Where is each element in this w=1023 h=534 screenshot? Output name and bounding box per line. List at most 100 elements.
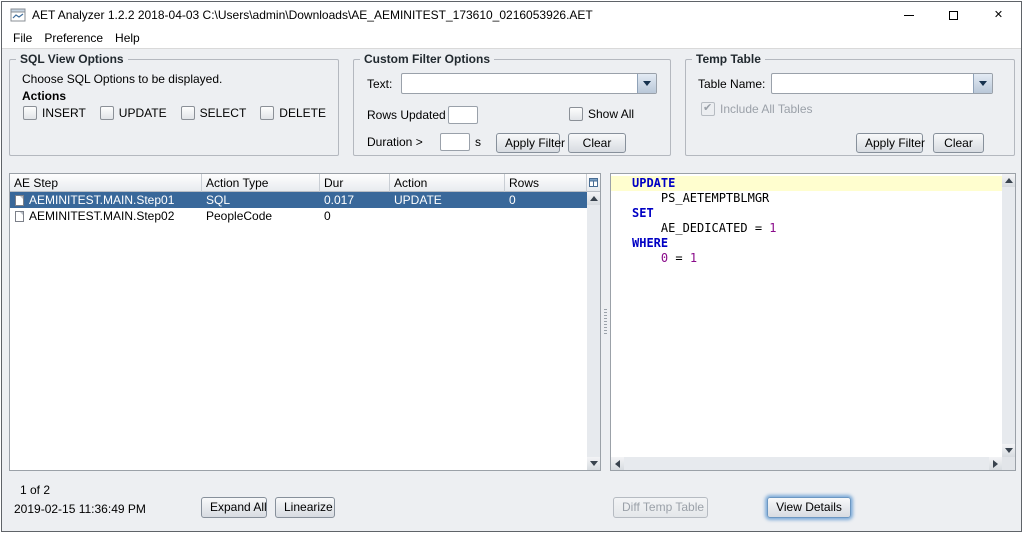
- checkbox-icon: [260, 106, 275, 120]
- sql-token: =: [668, 251, 690, 265]
- delete-checkbox[interactable]: DELETE: [260, 106, 326, 120]
- select-checkbox[interactable]: SELECT: [180, 106, 247, 120]
- duration-label: Duration >: [367, 135, 423, 149]
- checkbox-icon: [569, 107, 583, 121]
- rows-updated-input[interactable]: [448, 106, 478, 124]
- text-filter-combobox[interactable]: [401, 73, 657, 94]
- checkbox-label: INSERT: [42, 106, 86, 120]
- scroll-right-icon[interactable]: [989, 457, 1002, 470]
- step-file-icon: [15, 194, 24, 206]
- window-title: AET Analyzer 1.2.2 2018-04-03 C:\Users\a…: [32, 8, 593, 22]
- update-checkbox[interactable]: UPDATE: [99, 106, 167, 120]
- sql-options-checkboxes: INSERT UPDATE SELECT DELETE: [23, 106, 326, 120]
- sql-horizontal-scrollbar[interactable]: [611, 457, 1002, 470]
- action-cell: UPDATE: [394, 193, 442, 207]
- column-control-button[interactable]: [587, 174, 600, 192]
- checkbox-icon: [180, 106, 195, 120]
- maximize-icon: [949, 10, 958, 20]
- filter-clear-button[interactable]: Clear: [568, 133, 626, 153]
- dur-cell: 0: [324, 209, 331, 223]
- table-row[interactable]: AEMINITEST.MAIN.Step01 SQL 0.017 UPDATE 0: [10, 192, 587, 208]
- sql-token: =: [754, 221, 770, 235]
- temp-clear-button[interactable]: Clear: [933, 133, 984, 153]
- duration-input[interactable]: [440, 133, 470, 151]
- view-details-button[interactable]: View Details: [767, 497, 851, 518]
- scroll-up-icon[interactable]: [1002, 174, 1015, 187]
- minimize-button[interactable]: [886, 2, 931, 28]
- rows-cell: 0: [509, 193, 516, 207]
- timestamp: 2019-02-15 11:36:49 PM: [14, 502, 146, 516]
- close-button[interactable]: ✕: [976, 2, 1021, 28]
- include-all-tables-checkbox: Include All Tables: [701, 101, 813, 116]
- maximize-button[interactable]: [931, 2, 976, 28]
- sql-view-options-group: SQL View Options Choose SQL Options to b…: [9, 52, 339, 156]
- checkbox-icon: [99, 106, 114, 120]
- column-header-action[interactable]: Action: [390, 174, 505, 192]
- checkbox-label: UPDATE: [118, 106, 167, 120]
- checkbox-label: SELECT: [199, 106, 247, 120]
- table-row[interactable]: AEMINITEST.MAIN.Step02 PeopleCode 0: [10, 208, 587, 224]
- ae-step-text: AEMINITEST.MAIN.Step01: [29, 193, 175, 207]
- record-position: 1 of 2: [20, 483, 51, 497]
- chevron-down-icon[interactable]: [637, 74, 656, 93]
- text-label: Text:: [367, 77, 393, 91]
- app-icon: [10, 8, 26, 22]
- sql-line: WHERE: [611, 236, 1002, 251]
- step-file-icon: [15, 210, 24, 222]
- sql-line: AE_DEDICATED = 1: [611, 221, 1002, 236]
- checkbox-icon: [701, 101, 715, 116]
- table-name-combobox[interactable]: [771, 73, 993, 94]
- insert-checkbox[interactable]: INSERT: [23, 106, 86, 120]
- chevron-down-icon[interactable]: [973, 74, 992, 93]
- table-body: AEMINITEST.MAIN.Step01 SQL 0.017 UPDATE 0 AEM…: [10, 192, 587, 470]
- menu-preference[interactable]: Preference: [38, 29, 109, 47]
- linearize-button[interactable]: Linearize: [275, 497, 335, 518]
- duration-unit-label: s: [475, 135, 481, 149]
- split-divider[interactable]: [601, 173, 610, 471]
- filter-apply-button[interactable]: Apply Filter: [496, 133, 565, 153]
- table-grid-icon: [589, 178, 598, 187]
- sql-line: SET: [611, 206, 1002, 221]
- scrollbar-corner: [1002, 457, 1015, 470]
- scroll-left-icon[interactable]: [611, 457, 624, 470]
- title-bar: AET Analyzer 1.2.2 2018-04-03 C:\Users\a…: [2, 2, 1021, 28]
- rows-updated-label: Rows Updated >: [367, 108, 457, 122]
- sql-token: SET: [632, 206, 654, 220]
- sql-vertical-scrollbar[interactable]: [1002, 174, 1015, 457]
- checkbox-icon: [23, 106, 37, 120]
- menu-file[interactable]: File: [7, 29, 38, 47]
- show-all-checkbox[interactable]: Show All: [569, 107, 634, 121]
- scroll-down-icon[interactable]: [587, 457, 600, 470]
- table-name-label: Table Name:: [698, 77, 766, 91]
- sql-options-description: Choose SQL Options to be displayed.: [22, 72, 223, 86]
- scroll-up-icon[interactable]: [587, 192, 600, 205]
- scroll-down-icon[interactable]: [1002, 444, 1015, 457]
- temp-apply-button[interactable]: Apply Filter: [856, 133, 925, 153]
- column-header-action-type[interactable]: Action Type: [202, 174, 320, 192]
- sql-line: PS_AETEMPTBLMGR: [611, 191, 1002, 206]
- app-window: AET Analyzer 1.2.2 2018-04-03 C:\Users\a…: [1, 1, 1022, 532]
- column-header-ae-step[interactable]: AE Step: [10, 174, 202, 192]
- table-vertical-scrollbar[interactable]: [587, 192, 600, 470]
- column-header-rows[interactable]: Rows: [505, 174, 587, 192]
- menu-bar: File Preference Help: [2, 28, 1021, 49]
- custom-filter-options-group: Custom Filter Options Text: Rows Updated…: [353, 52, 671, 156]
- ae-steps-table: AE Step Action Type Dur Action Rows AEMINITE…: [9, 173, 601, 471]
- ae-step-cell: AEMINITEST.MAIN.Step02: [10, 208, 202, 224]
- sql-token: WHERE: [632, 236, 669, 250]
- temp-table-group: Temp Table Table Name: Include All Table…: [685, 52, 1015, 156]
- sql-text[interactable]: UPDATE PS_AETEMPTBLMGR SET AE_DEDICATED =…: [611, 174, 1002, 457]
- sql-view-options-title: SQL View Options: [16, 52, 128, 66]
- close-icon: ✕: [993, 8, 1004, 21]
- sql-token: 1: [689, 251, 698, 265]
- menu-help[interactable]: Help: [109, 29, 146, 47]
- minimize-icon: [903, 14, 914, 16]
- show-all-label: Show All: [588, 107, 635, 121]
- action-type-cell: SQL: [206, 193, 231, 207]
- expand-all-button[interactable]: Expand All: [201, 497, 267, 518]
- ae-step-text: AEMINITEST.MAIN.Step02: [29, 209, 175, 223]
- column-header-dur[interactable]: Dur: [320, 174, 390, 192]
- content-area: SQL View Options Choose SQL Options to b…: [2, 49, 1021, 531]
- table-name-value: [772, 74, 973, 93]
